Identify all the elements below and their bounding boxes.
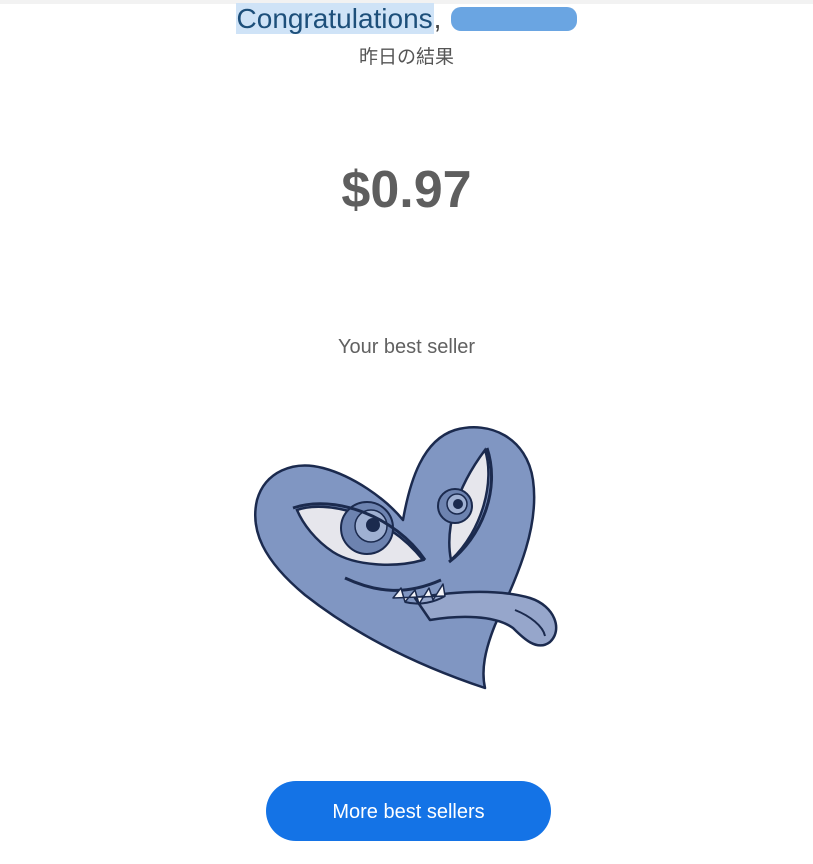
best-seller-image[interactable] — [245, 420, 565, 700]
greeting-heading: Congratulations, — [0, 2, 813, 36]
more-best-sellers-button[interactable]: More best sellers — [266, 781, 551, 841]
greeting-comma: , — [433, 3, 442, 34]
redacted-name — [451, 6, 578, 31]
earnings-amount: $0.97 — [341, 161, 472, 219]
greeting-word: Congratulations — [235, 3, 434, 34]
grinning-heart-sticker-icon — [253, 426, 558, 690]
subtitle: 昨日の結果 — [358, 47, 454, 68]
best-seller-label: Your best seller — [337, 336, 476, 358]
email-page: Congratulations, 昨日の結果 $0.97 Your best s… — [0, 0, 813, 864]
